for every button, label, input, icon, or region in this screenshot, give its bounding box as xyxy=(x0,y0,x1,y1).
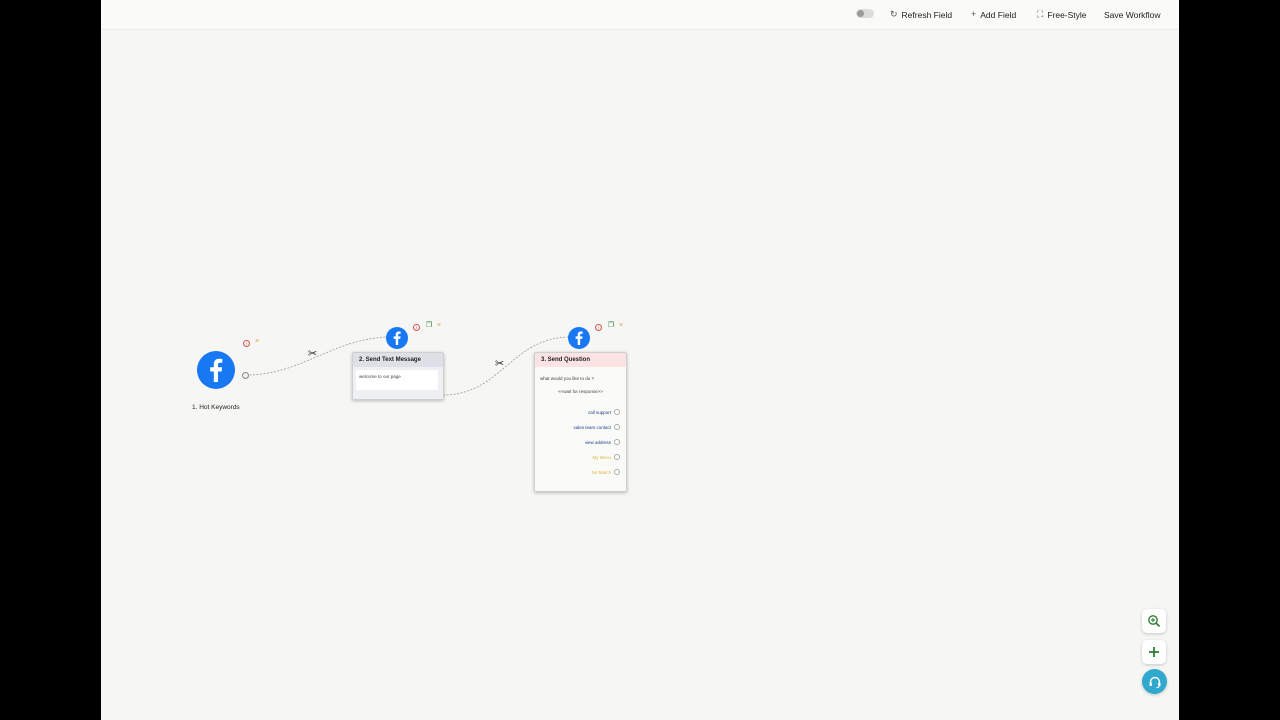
headset-icon xyxy=(1149,676,1160,688)
top-toolbar: ↻ Refresh Field + Add Field ⛶ Free-Style… xyxy=(101,0,1179,30)
reply-handle[interactable] xyxy=(614,454,620,460)
add-node-button[interactable] xyxy=(1142,640,1166,664)
node1-info-icon[interactable]: ! xyxy=(243,340,250,347)
reply-option[interactable]: sales team contact xyxy=(573,424,620,430)
message-text: welcome to our page xyxy=(359,374,401,379)
zoom-in-icon xyxy=(1148,615,1161,628)
cut-link-1-icon[interactable]: ✂ xyxy=(308,349,317,360)
card-body: welcome to our page xyxy=(353,367,443,399)
node1-close-icon[interactable]: × xyxy=(253,338,261,346)
send-question-card[interactable]: 3. Send Question what would you like to … xyxy=(534,352,627,492)
add-field-button[interactable]: + Add Field xyxy=(971,0,1016,29)
reply-label: sales team contact xyxy=(573,424,611,430)
zoom-in-button[interactable] xyxy=(1142,609,1166,633)
reply-option[interactable]: call support xyxy=(588,409,620,415)
connection-lines xyxy=(245,336,570,396)
cut-link-2-icon[interactable]: ✂ xyxy=(495,359,504,370)
reply-option[interactable]: No Match xyxy=(592,469,620,475)
wait-for-response-text: <<wait for response>> xyxy=(558,389,603,394)
mode-toggle[interactable] xyxy=(856,9,874,18)
workflow-app: ↻ Refresh Field + Add Field ⛶ Free-Style… xyxy=(101,0,1179,720)
reply-handle[interactable] xyxy=(614,424,620,430)
facebook-icon[interactable] xyxy=(386,327,408,349)
reply-handle[interactable] xyxy=(614,409,620,415)
plus-icon xyxy=(1149,647,1159,657)
free-style-label: Free-Style xyxy=(1047,9,1087,20)
save-workflow-label: Save Workflow xyxy=(1104,9,1161,20)
node3-close-icon[interactable]: × xyxy=(617,322,625,330)
reply-label: No Match xyxy=(591,469,611,475)
add-field-label: Add Field xyxy=(980,9,1017,20)
node1-output-handle[interactable] xyxy=(242,372,249,379)
reply-option[interactable]: view address xyxy=(585,439,620,445)
message-box: welcome to our page xyxy=(356,370,438,390)
question-text: what would you like to do ? xyxy=(540,376,595,381)
plus-icon: + xyxy=(971,9,977,19)
free-style-button[interactable]: ⛶ Free-Style xyxy=(1037,0,1087,29)
support-button[interactable] xyxy=(1142,669,1167,694)
reply-label: call support xyxy=(587,409,611,415)
refresh-field-label: Refresh Field xyxy=(901,9,953,20)
facebook-icon[interactable] xyxy=(568,327,590,349)
card-title: 2. Send Text Message xyxy=(353,353,443,367)
reply-option[interactable]: My Menu xyxy=(592,454,620,460)
send-text-message-card[interactable]: 2. Send Text Message welcome to our page xyxy=(352,352,444,400)
node2-copy-icon[interactable]: ❐ xyxy=(425,322,433,330)
facebook-icon[interactable] xyxy=(197,351,235,389)
card-title: 3. Send Question xyxy=(535,353,626,367)
node2-close-icon[interactable]: × xyxy=(435,322,443,330)
card-body: what would you like to do ? <<wait for r… xyxy=(535,367,626,491)
node1-label: 1. Hot Keywords xyxy=(192,404,240,411)
toggle-knob xyxy=(857,10,864,17)
refresh-field-button[interactable]: ↻ Refresh Field xyxy=(890,0,952,29)
reply-label: My Menu xyxy=(592,454,611,460)
node2-info-icon[interactable]: ! xyxy=(413,324,420,331)
refresh-icon: ↻ xyxy=(890,9,898,19)
fullscreen-icon: ⛶ xyxy=(1037,9,1044,19)
node3-copy-icon[interactable]: ❐ xyxy=(607,322,615,330)
node3-info-icon[interactable]: ! xyxy=(595,324,602,331)
reply-handle[interactable] xyxy=(614,439,620,445)
save-workflow-button[interactable]: Save Workflow xyxy=(1104,0,1161,29)
reply-handle[interactable] xyxy=(614,469,620,475)
reply-label: view address xyxy=(584,439,611,445)
